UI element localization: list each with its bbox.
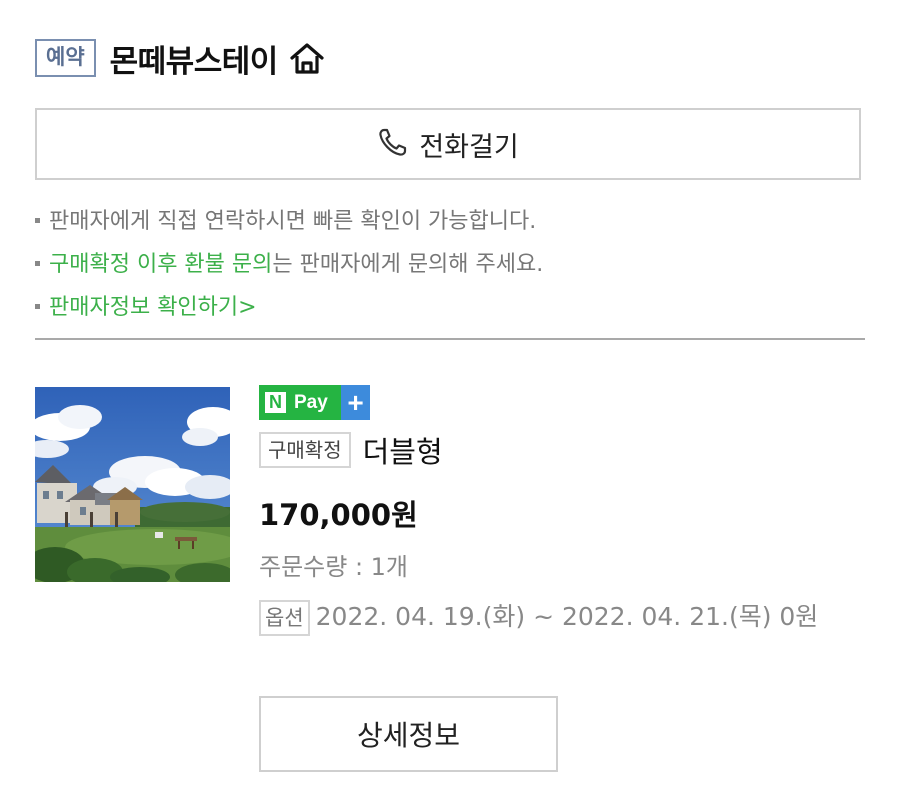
reservation-badge: 예약 (35, 39, 96, 77)
npay-n-mark: N (265, 392, 286, 413)
npay-logo: N Pay (259, 385, 341, 420)
product-price: 170,000원 (259, 498, 418, 532)
divider (35, 338, 865, 340)
bullet (35, 217, 40, 223)
note-refund-inquiry: 구매확정 이후 환불 문의는 판매자에게 문의해 주세요. (35, 243, 865, 286)
status-badge: 구매확정 (259, 432, 351, 468)
call-button[interactable]: 전화걸기 (35, 108, 861, 180)
order-quantity: 주문수량 : 1개 (259, 553, 409, 581)
refund-inquiry-link[interactable]: 구매확정 이후 환불 문의 (49, 252, 272, 277)
npay-plus-badge: N Pay + (259, 385, 869, 420)
store-header: 예약 몬떼뷰스테이 (35, 34, 326, 82)
product-info: N Pay + 구매확정 더블형 170,000원 주문수량 : 1개 옵션 20… (259, 385, 869, 637)
seller-notes: 판매자에게 직접 연락하시면 빠른 확인이 가능합니다. 구매확정 이후 환불 … (35, 200, 865, 329)
product-title-row: 구매확정 더블형 (259, 429, 869, 471)
phone-icon (377, 126, 409, 162)
product-option: 옵션 2022. 04. 19.(화) ~ 2022. 04. 21.(목) 0원 (259, 597, 859, 637)
bullet (35, 260, 40, 266)
chevron-right-icon: > (238, 295, 257, 320)
plus-icon: + (341, 385, 370, 420)
seller-info-link[interactable]: 판매자정보 확인하기 (49, 295, 238, 320)
call-button-label: 전화걸기 (419, 131, 519, 163)
option-badge: 옵션 (259, 600, 310, 636)
home-icon[interactable] (288, 41, 326, 75)
store-name[interactable]: 몬떼뷰스테이 (110, 36, 279, 81)
detail-info-button[interactable]: 상세정보 (259, 696, 558, 772)
bullet (35, 303, 40, 309)
note-text: 판매자에게 직접 연락하시면 빠른 확인이 가능합니다. (49, 209, 537, 234)
product-name[interactable]: 더블형 (363, 429, 443, 471)
product-thumbnail[interactable] (35, 387, 230, 582)
option-value: 2022. 04. 19.(화) ~ 2022. 04. 21.(목) 0원 (315, 602, 819, 631)
npay-pay-text: Pay (294, 391, 328, 413)
note-contact-seller: 판매자에게 직접 연락하시면 빠른 확인이 가능합니다. (35, 200, 865, 243)
note-text: 는 판매자에게 문의해 주세요. (272, 252, 544, 277)
note-seller-info[interactable]: 판매자정보 확인하기> (35, 286, 865, 329)
